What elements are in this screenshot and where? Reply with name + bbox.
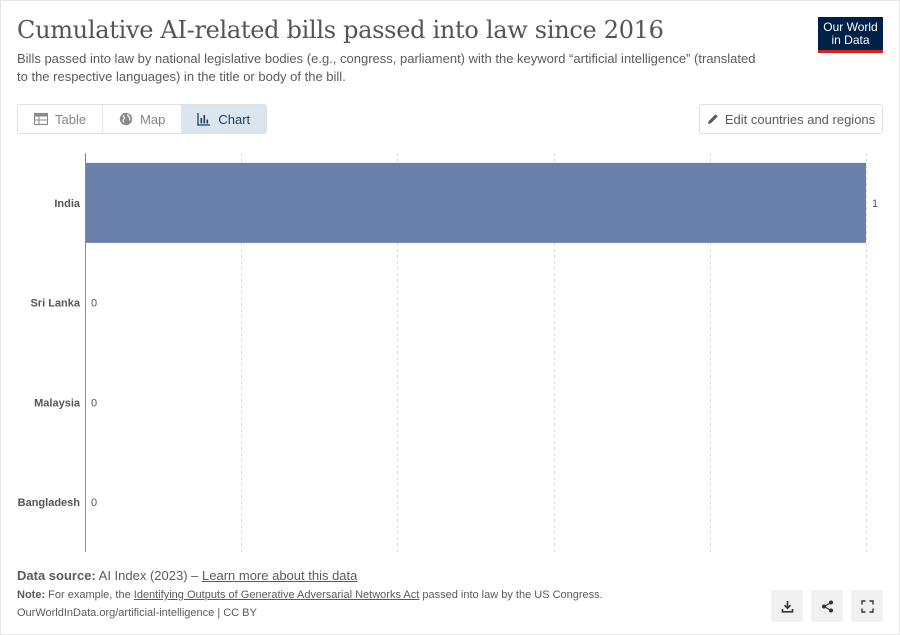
- pencil-icon: [707, 114, 718, 124]
- tab-chart-label: Chart: [218, 111, 251, 127]
- chart-note: Note: For example, the Identifying Outpu…: [17, 589, 603, 601]
- category-label: Sri Lanka: [30, 298, 80, 310]
- fullscreen-button[interactable]: [851, 590, 883, 622]
- value-label: 0: [91, 298, 97, 310]
- view-tabs: Table Map Chart: [17, 104, 268, 134]
- download-icon: [781, 600, 793, 613]
- bar-india: [85, 162, 866, 243]
- tab-table[interactable]: Table: [18, 105, 102, 133]
- data-source-text: AI Index (2023) –: [98, 568, 202, 583]
- learn-more-link[interactable]: Learn more about this data: [202, 568, 357, 583]
- owid-logo[interactable]: Our World in Data: [818, 17, 883, 53]
- tab-map-label: Map: [140, 111, 166, 127]
- note-link[interactable]: Identifying Outputs of Generative Advers…: [134, 589, 420, 601]
- value-label: 0: [91, 497, 97, 509]
- chart-title: Cumulative AI-related bills passed into …: [17, 16, 664, 44]
- note-label: Note:: [17, 589, 46, 601]
- edit-countries-button[interactable]: Edit countries and regions: [699, 104, 883, 134]
- table-icon: [34, 112, 48, 126]
- chart-subtitle: Bills passed into law by national legisl…: [17, 51, 756, 84]
- source-url: OurWorldInData.org/artificial-intelligen…: [17, 607, 257, 619]
- download-button[interactable]: [771, 590, 803, 622]
- category-label: India: [54, 198, 81, 210]
- value-label: 1: [872, 198, 878, 210]
- globe-icon: [119, 112, 133, 126]
- data-source: Data source: AI Index (2023) – Learn mor…: [17, 568, 357, 583]
- data-source-label: Data source:: [17, 568, 96, 583]
- tab-chart[interactable]: Chart: [181, 105, 267, 133]
- share-icon: [821, 600, 833, 612]
- category-label: Bangladesh: [18, 497, 81, 509]
- fullscreen-icon: [860, 599, 874, 613]
- chart-actions: [771, 590, 883, 622]
- tab-map[interactable]: Map: [102, 105, 181, 133]
- note-prefix: For example, the: [45, 589, 134, 601]
- tab-table-label: Table: [55, 111, 87, 127]
- edit-countries-label: Edit countries and regions: [724, 111, 876, 127]
- share-button[interactable]: [811, 590, 843, 622]
- bar-chart: India 1 Sri Lanka 0 Malaysia 0 Bangladesh 0: [18, 153, 878, 552]
- chart-icon: [197, 113, 211, 126]
- value-label: 0: [91, 397, 97, 409]
- category-label: Malaysia: [34, 397, 81, 409]
- note-suffix: passed into law by the US Congress.: [419, 589, 603, 601]
- logo-line-2: in Data: [831, 33, 870, 47]
